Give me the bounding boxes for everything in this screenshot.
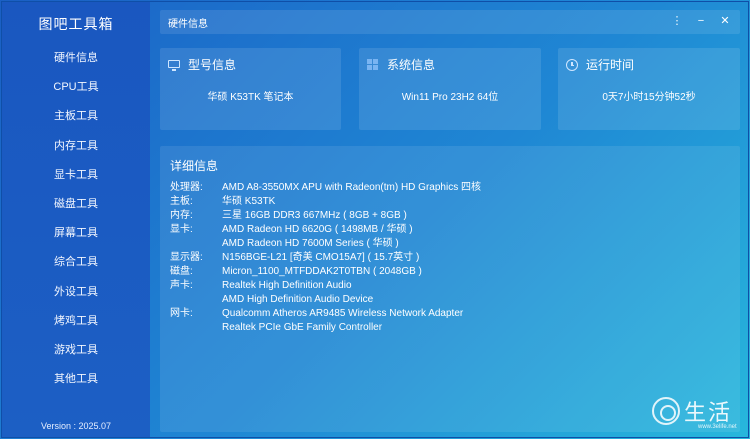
detail-label: 主板: [170, 196, 193, 207]
uptime-value: 0天7小时15分钟52秒 [602, 92, 696, 103]
system-info-value: Win11 Pro 23H2 64位 [401, 92, 499, 103]
sidebar-item-cpu-tools[interactable]: CPU工具 [2, 73, 150, 102]
detail-label [170, 237, 222, 251]
watermark: 生活 www.3elife.net [648, 393, 744, 437]
sidebar-item-screen-tools[interactable]: 屏幕工具 [2, 219, 150, 248]
uptime-card: 运行时间 0天7小时15分钟52秒 [558, 48, 740, 130]
app-window: 图吧工具箱 硬件信息 CPU工具 主板工具 内存工具 显卡工具 磁盘工具 屏幕工… [1, 1, 749, 438]
detail-row-gpu-2: AMD Radeon HD 7600M Series ( 华硕 ) [170, 237, 730, 251]
window-controls: ⋮ − ✕ [670, 13, 732, 29]
detail-row-gpu: 显卡: AMD Radeon HD 6620G ( 1498MB / 华硕 ) [170, 223, 730, 237]
sidebar: 图吧工具箱 硬件信息 CPU工具 主板工具 内存工具 显卡工具 磁盘工具 屏幕工… [2, 2, 150, 437]
system-info-title: 系统信息 [387, 58, 436, 72]
detail-value: N156BGE-L21 [奇美 CMO15A7] ( 15.7英寸 ) [222, 252, 420, 263]
detail-row-monitor: 显示器: N156BGE-L21 [奇美 CMO15A7] ( 15.7英寸 ) [170, 251, 730, 265]
detail-row-audio: 声卡: Realtek High Definition Audio [170, 279, 730, 293]
detail-label [170, 321, 222, 335]
detail-row-network-2: Realtek PCIe GbE Family Controller [170, 321, 730, 335]
model-info-title: 型号信息 [188, 58, 237, 72]
menu-button[interactable]: ⋮ [670, 13, 684, 29]
minimize-button[interactable]: − [694, 13, 708, 29]
detail-label: 声卡: [170, 280, 193, 291]
close-button[interactable]: ✕ [718, 13, 732, 29]
model-info-card: 型号信息 华硕 K53TK 笔记本 [160, 48, 341, 130]
detail-value: 三星 16GB DDR3 667MHz ( 8GB + 8GB ) [222, 210, 407, 221]
model-info-value: 华硕 K53TK 笔记本 [207, 92, 294, 103]
watermark-url: www.3elife.net [698, 424, 737, 430]
detail-value: Realtek PCIe GbE Family Controller [222, 322, 383, 333]
sidebar-item-gpu-tools[interactable]: 显卡工具 [2, 161, 150, 190]
sidebar-item-disk-tools[interactable]: 磁盘工具 [2, 190, 150, 219]
detail-value: AMD High Definition Audio Device [222, 294, 374, 305]
detail-row-cpu: 处理器: AMD A8-3550MX APU with Radeon(tm) H… [170, 181, 730, 195]
watermark-text: 生活 [684, 401, 733, 426]
uptime-title: 运行时间 [586, 58, 635, 72]
detail-value: Qualcomm Atheros AR9485 Wireless Network… [222, 308, 464, 319]
detail-row-disk: 磁盘: Micron_1100_MTFDDAK2T0TBN ( 2048GB ) [170, 265, 730, 279]
sidebar-item-game-tools[interactable]: 游戏工具 [2, 336, 150, 365]
watermark-logo-icon [652, 397, 680, 425]
version-label: Version : 2025.07 [40, 421, 112, 431]
sidebar-item-hardware-info[interactable]: 硬件信息 [2, 44, 150, 73]
detail-label: 显示器: [170, 252, 203, 263]
sidebar-nav: 硬件信息 CPU工具 主板工具 内存工具 显卡工具 磁盘工具 屏幕工具 综合工具… [2, 44, 150, 394]
sidebar-item-other-tools[interactable]: 其他工具 [2, 365, 150, 394]
detail-title: 详细信息 [170, 159, 219, 173]
detail-label: 内存: [170, 210, 193, 221]
detail-value: Realtek High Definition Audio [222, 280, 352, 291]
sidebar-item-general-tools[interactable]: 综合工具 [2, 248, 150, 277]
monitor-icon [168, 59, 180, 71]
detail-rows: 处理器: AMD A8-3550MX APU with Radeon(tm) H… [170, 181, 730, 335]
sidebar-item-memory-tools[interactable]: 内存工具 [2, 132, 150, 161]
detail-label: 磁盘: [170, 266, 193, 277]
detail-value: AMD Radeon HD 7600M Series ( 华硕 ) [222, 238, 399, 249]
detail-label [170, 293, 222, 307]
detail-value: AMD Radeon HD 6620G ( 1498MB / 华硕 ) [222, 224, 413, 235]
detail-row-memory: 内存: 三星 16GB DDR3 667MHz ( 8GB + 8GB ) [170, 209, 730, 223]
sidebar-item-peripheral-tools[interactable]: 外设工具 [2, 278, 150, 307]
detail-label: 网卡: [170, 308, 193, 319]
windows-icon [367, 58, 379, 71]
sidebar-item-motherboard-tools[interactable]: 主板工具 [2, 102, 150, 131]
clock-icon [566, 58, 578, 71]
system-info-header: 系统信息 [367, 56, 435, 73]
system-info-card: 系统信息 Win11 Pro 23H2 64位 [359, 48, 541, 130]
detail-row-network: 网卡: Qualcomm Atheros AR9485 Wireless Net… [170, 307, 730, 321]
detail-value: Micron_1100_MTFDDAK2T0TBN ( 2048GB ) [222, 266, 422, 277]
detail-row-motherboard: 主板: 华硕 K53TK [170, 195, 730, 209]
app-title: 图吧工具箱 [38, 16, 114, 32]
detail-label: 显卡: [170, 224, 193, 235]
detail-panel: 详细信息 处理器: AMD A8-3550MX APU with Radeon(… [160, 146, 740, 432]
detail-row-audio-2: AMD High Definition Audio Device [170, 293, 730, 307]
uptime-header: 运行时间 [566, 56, 634, 73]
model-info-header: 型号信息 [168, 56, 236, 73]
titlebar: 硬件信息 ⋮ − ✕ [160, 10, 740, 34]
detail-value: 华硕 K53TK [222, 196, 276, 207]
page-title: 硬件信息 [168, 19, 208, 30]
detail-label: 处理器: [170, 182, 203, 193]
detail-value: AMD A8-3550MX APU with Radeon(tm) HD Gra… [222, 182, 481, 193]
sidebar-item-stress-tools[interactable]: 烤鸡工具 [2, 307, 150, 336]
